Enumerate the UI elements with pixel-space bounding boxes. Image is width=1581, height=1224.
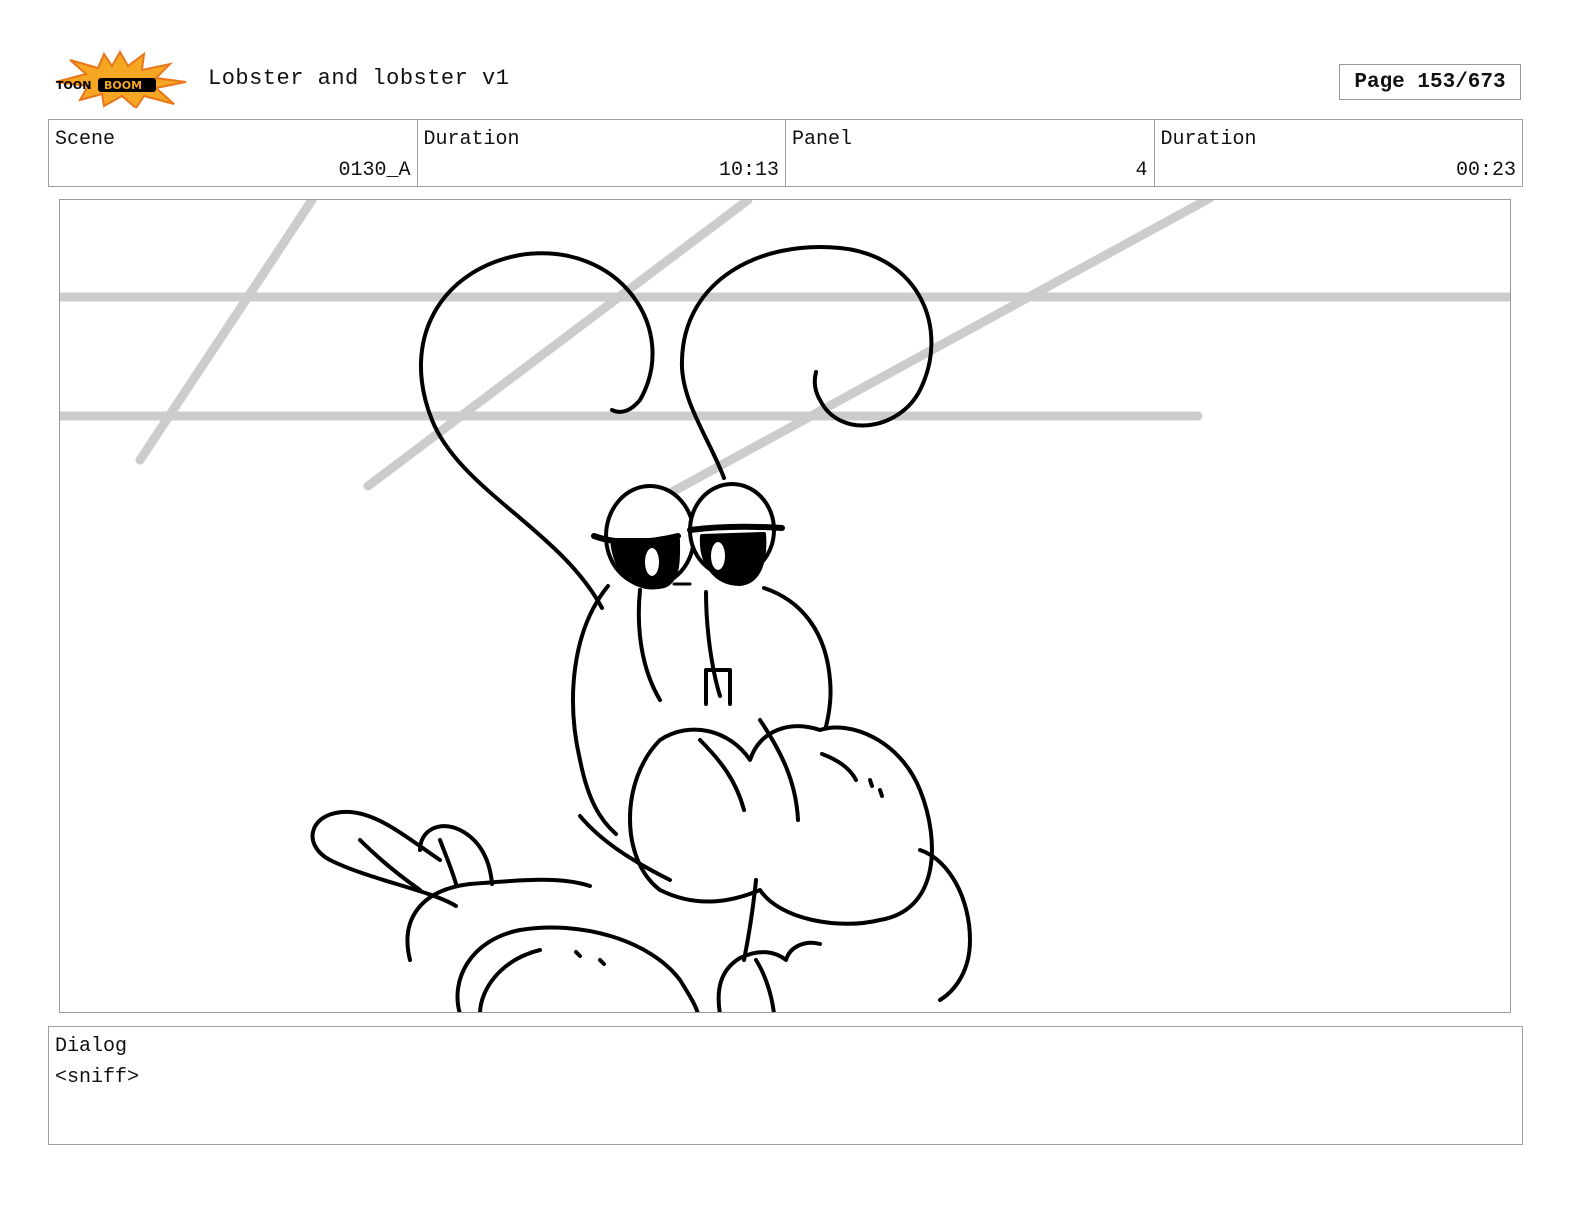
panel-duration-cell: Duration 00:23 — [1155, 120, 1523, 186]
dialog-text: <sniff> — [55, 1066, 140, 1089]
logo-text-right: BOOM — [104, 79, 142, 92]
panel-duration-label: Duration — [1160, 128, 1257, 151]
toon-boom-logo: TOON BOOM — [52, 49, 188, 110]
scene-duration-cell: Duration 10:13 — [418, 120, 786, 186]
scene-duration-label: Duration — [423, 128, 520, 151]
logo-text-left: TOON — [56, 79, 91, 92]
panel-label: Panel — [792, 128, 853, 151]
scene-info-table: Scene 0130_A Duration 10:13 Panel 4 Dura… — [48, 119, 1523, 187]
panel-value: 4 — [1135, 159, 1148, 182]
perspective-guide-lines — [60, 200, 1510, 497]
page-indicator: Page 153/673 — [1339, 64, 1521, 100]
panel-cell: Panel 4 — [786, 120, 1155, 186]
storyboard-panel — [59, 199, 1511, 1013]
scene-duration-value: 10:13 — [718, 159, 779, 182]
lobster-character — [310, 245, 972, 1012]
document-title: Lobster and lobster v1 — [208, 66, 510, 91]
scene-value: 0130_A — [338, 159, 411, 182]
scene-label: Scene — [55, 128, 116, 151]
scene-cell: Scene 0130_A — [49, 120, 418, 186]
dialog-box: Dialog <sniff> — [48, 1026, 1523, 1145]
panel-duration-value: 00:23 — [1455, 159, 1516, 182]
dialog-label: Dialog — [55, 1035, 128, 1058]
panel-sketch — [60, 200, 1510, 1012]
